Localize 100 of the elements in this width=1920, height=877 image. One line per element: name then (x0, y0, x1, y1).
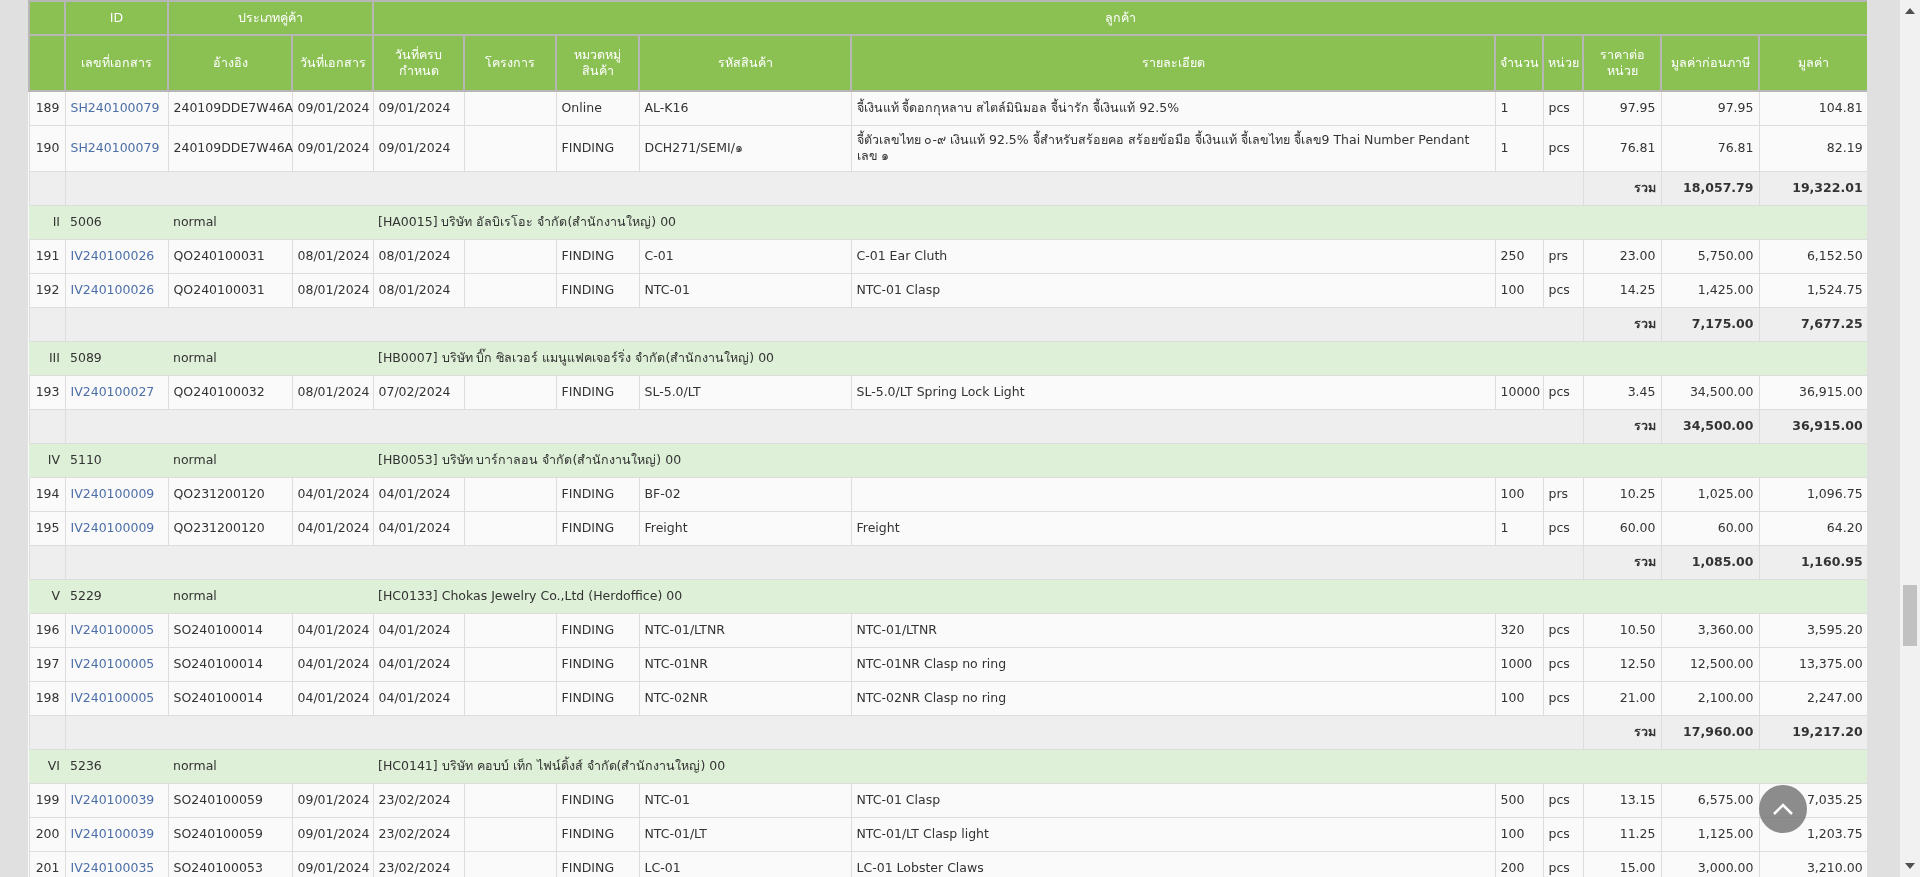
table-cell: NTC-01 (639, 273, 851, 308)
table-cell: 240109DDE7W46A (168, 125, 292, 172)
total-label: รวม (1583, 545, 1661, 580)
group-number: VI (29, 749, 65, 784)
table-cell: 5,750.00 (1661, 239, 1759, 274)
table-cell: FINDING (556, 511, 639, 546)
total-cell: 17,960.00 (1661, 715, 1759, 750)
table-cell: 10.50 (1583, 613, 1661, 648)
table-cell: จี้ตัวเลขไทย ๐-๙ เงินแท้ 92.5% จี้สำหรับสร้อยคอ สร้อยข้อมือ จี้เงินแท้ จี้เลขไทย จี้เลข9 Thai Number Pendant เลข ๑ (851, 125, 1495, 172)
table-cell: QO240100031 (168, 239, 292, 274)
total-cell: 1,160.95 (1759, 545, 1867, 580)
group-type: normal (168, 579, 373, 614)
table-cell: 6,575.00 (1661, 783, 1759, 818)
table-cell: Freight (851, 511, 1495, 546)
table-cell: FINDING (556, 817, 639, 852)
table-cell: 64.20 (1759, 511, 1867, 546)
table-cell: 320 (1495, 613, 1543, 648)
group-number: III (29, 341, 65, 376)
table-cell: FINDING (556, 783, 639, 818)
total-label: รวม (1583, 171, 1661, 206)
table-cell: 1,096.75 (1759, 477, 1867, 512)
table-cell: 76.81 (1583, 125, 1661, 172)
group-number: V (29, 579, 65, 614)
scrollbar-thumb[interactable] (1903, 585, 1917, 646)
table-cell: NTC-01/LTNR (851, 613, 1495, 648)
table-cell: FINDING (556, 647, 639, 682)
total-cell: 36,915.00 (1759, 409, 1867, 444)
table-cell: 12.50 (1583, 647, 1661, 682)
table-cell: 3.45 (1583, 375, 1661, 410)
table-cell: C-01 Ear Cluth (851, 239, 1495, 274)
group-number: II (29, 205, 65, 240)
table-cell: 23/02/2024 (373, 817, 464, 852)
table-cell: 12,500.00 (1661, 647, 1759, 682)
table-cell: FINDING (556, 681, 639, 716)
table-cell: 15.00 (1583, 851, 1661, 877)
table-cell: 08/01/2024 (292, 375, 373, 410)
table-cell: 100 (1495, 681, 1543, 716)
table-cell: NTC-01NR Clasp no ring (851, 647, 1495, 682)
table-cell: 10000 (1495, 375, 1543, 410)
table-cell: Freight (639, 511, 851, 546)
total-cell: 18,057.79 (1661, 171, 1759, 206)
table-cell: 100 (1495, 273, 1543, 308)
table-cell: SO240100014 (168, 647, 292, 682)
table-cell: 08/01/2024 (292, 239, 373, 274)
total-cell: 34,500.00 (1661, 409, 1759, 444)
group-type: normal (168, 205, 373, 240)
row-number: 192 (29, 273, 65, 308)
table-cell: SO240100014 (168, 613, 292, 648)
table-cell: QO231200120 (168, 511, 292, 546)
table-cell: SL-5.0/LT (639, 375, 851, 410)
total-label: รวม (1583, 307, 1661, 342)
table-cell: SO240100014 (168, 681, 292, 716)
table-cell: 14.25 (1583, 273, 1661, 308)
table-cell: 07/02/2024 (373, 375, 464, 410)
table-cell: 3,000.00 (1661, 851, 1759, 877)
table-cell: SO240100053 (168, 851, 292, 877)
table-cell: 1,425.00 (1661, 273, 1759, 308)
table-cell: 82.19 (1759, 125, 1867, 172)
table-cell: 1,524.75 (1759, 273, 1867, 308)
row-number: 194 (29, 477, 65, 512)
table-cell: 08/01/2024 (373, 239, 464, 274)
row-number: 197 (29, 647, 65, 682)
table-cell: 04/01/2024 (292, 477, 373, 512)
table-cell: 13.15 (1583, 783, 1661, 818)
total-cell: 1,085.00 (1661, 545, 1759, 580)
column-group-header: ประเภทคู่ค้า (168, 1, 373, 35)
table-cell: FINDING (556, 851, 639, 877)
row-number: 199 (29, 783, 65, 818)
row-number: 201 (29, 851, 65, 877)
row-number: 196 (29, 613, 65, 648)
table-cell: 1 (1495, 125, 1543, 172)
table-cell: 04/01/2024 (292, 613, 373, 648)
table-cell: 09/01/2024 (292, 851, 373, 877)
chevron-up-icon (1772, 802, 1794, 816)
table-cell: NTC-01 (639, 783, 851, 818)
table-cell: 100 (1495, 817, 1543, 852)
table-cell: จี้เงินแท้ จี้ดอกกุหลาบ สไตล์มินิมอล จี้น่ารัก จี้เงินแท้ 92.5% (851, 91, 1495, 125)
table-cell: NTC-01/LT (639, 817, 851, 852)
table-cell: 08/01/2024 (373, 273, 464, 308)
table-cell: Online (556, 91, 639, 125)
table-cell: NTC-01NR (639, 647, 851, 682)
group-id: 5236 (65, 749, 168, 784)
table-cell: 36,915.00 (1759, 375, 1867, 410)
scroll-down-icon[interactable] (1905, 863, 1915, 869)
row-number: 190 (29, 125, 65, 172)
row-number: 193 (29, 375, 65, 410)
table-cell: 1 (1495, 511, 1543, 546)
table-cell: 6,152.50 (1759, 239, 1867, 274)
group-type: normal (168, 749, 373, 784)
table-cell: 250 (1495, 239, 1543, 274)
scroll-up-icon[interactable] (1905, 8, 1915, 14)
table-cell: FINDING (556, 375, 639, 410)
table-cell: 3,210.00 (1759, 851, 1867, 877)
customer-name: [HC0133] Chokas Jewelry Co.,Ltd (Herdoffice) 00 (373, 579, 1867, 614)
row-number: 189 (29, 91, 65, 125)
table-cell: 60.00 (1583, 511, 1661, 546)
group-id: 5110 (65, 443, 168, 478)
group-type: normal (168, 341, 373, 376)
table-cell: 500 (1495, 783, 1543, 818)
row-number: 198 (29, 681, 65, 716)
